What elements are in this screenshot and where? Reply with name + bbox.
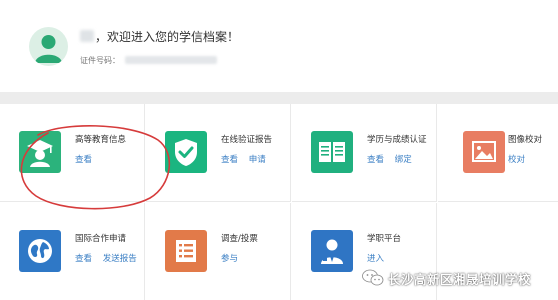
- service-title: 调查/投票: [221, 234, 258, 244]
- service-title: 学职平台: [367, 234, 402, 244]
- service-title: 国际合作申请: [75, 234, 127, 244]
- service-online-verification[interactable]: 在线验证报告 查看 申请: [146, 104, 291, 202]
- shield-check-icon: [165, 131, 207, 173]
- name-redacted: [80, 30, 94, 42]
- link-send-report[interactable]: 发送报告: [103, 254, 137, 264]
- career-person-icon: [311, 230, 353, 272]
- service-international-cooperation[interactable]: 国际合作申请 查看 发送报告: [0, 203, 145, 300]
- link-view[interactable]: 查看: [367, 155, 384, 165]
- image-icon: [463, 131, 505, 173]
- id-number-label: 证件号码：: [80, 56, 120, 65]
- watermark-text: 长沙高新区湘晟培训学校: [388, 271, 532, 287]
- service-degree-certification[interactable]: 学历与成绩认证 查看 绑定: [292, 104, 437, 202]
- globe-icon: [19, 230, 61, 272]
- profile-card: ，欢迎进入您的学信档案！ 证件号码：: [0, 0, 558, 92]
- service-title: 高等教育信息: [75, 135, 127, 145]
- avatar: [29, 27, 68, 66]
- link-apply[interactable]: 申请: [249, 155, 266, 165]
- link-view[interactable]: 查看: [75, 155, 92, 165]
- service-higher-education[interactable]: 高等教育信息 查看: [0, 104, 145, 202]
- service-image-proofread[interactable]: 图像校对 校对: [438, 104, 558, 202]
- welcome-text: ，欢迎进入您的学信档案！: [95, 30, 240, 44]
- service-survey-vote[interactable]: 调查/投票 参与: [146, 203, 291, 300]
- service-title: 在线验证报告: [221, 135, 273, 145]
- graduate-icon: [19, 131, 61, 173]
- link-participate[interactable]: 参与: [221, 254, 238, 264]
- open-book-icon: [311, 131, 353, 173]
- link-enter[interactable]: 进入: [367, 254, 384, 264]
- link-view[interactable]: 查看: [221, 155, 238, 165]
- service-title: 学历与成绩认证: [367, 135, 427, 145]
- link-view[interactable]: 查看: [75, 254, 92, 264]
- chat-bubble-icon: [362, 269, 384, 286]
- survey-list-icon: [165, 230, 207, 272]
- link-proofread[interactable]: 校对: [508, 155, 525, 165]
- id-number-redacted: [125, 56, 217, 64]
- link-bind[interactable]: 绑定: [395, 155, 412, 165]
- watermark: 长沙高新区湘晟培训学校: [362, 268, 531, 288]
- service-title: 图像校对: [508, 135, 543, 145]
